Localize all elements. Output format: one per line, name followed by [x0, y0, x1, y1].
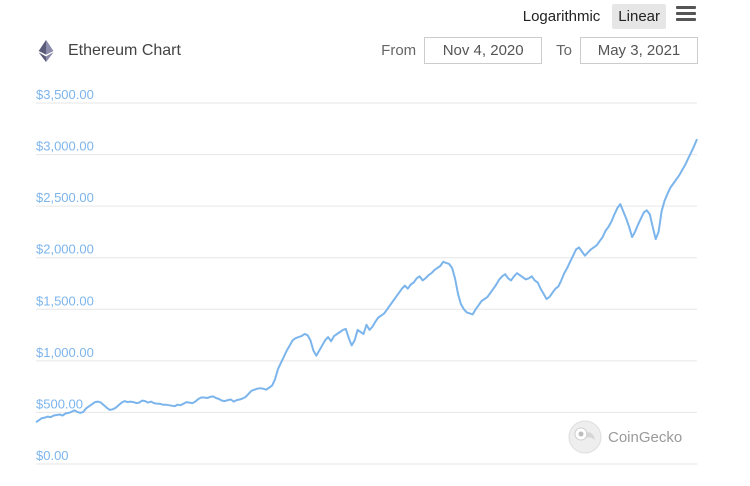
coingecko-icon — [568, 420, 602, 454]
y-tick-label: $0.00 — [36, 448, 69, 463]
y-tick-label: $1,000.00 — [36, 345, 94, 360]
y-tick-label: $500.00 — [36, 396, 83, 411]
price-series-line — [35, 138, 698, 424]
y-tick-label: $2,500.00 — [36, 190, 94, 205]
watermark-text: CoinGecko — [608, 428, 683, 446]
coingecko-watermark: CoinGecko — [568, 420, 682, 454]
y-tick-label: $2,000.00 — [36, 242, 94, 257]
y-tick-label: $1,500.00 — [36, 293, 94, 308]
price-chart: $0.00 $500.00 $1,000.00 $1,500.00 $2,000.00 $… — [35, 87, 698, 465]
y-tick-label: $3,000.00 — [36, 139, 94, 154]
y-tick-label: $3,500.00 — [36, 87, 94, 102]
